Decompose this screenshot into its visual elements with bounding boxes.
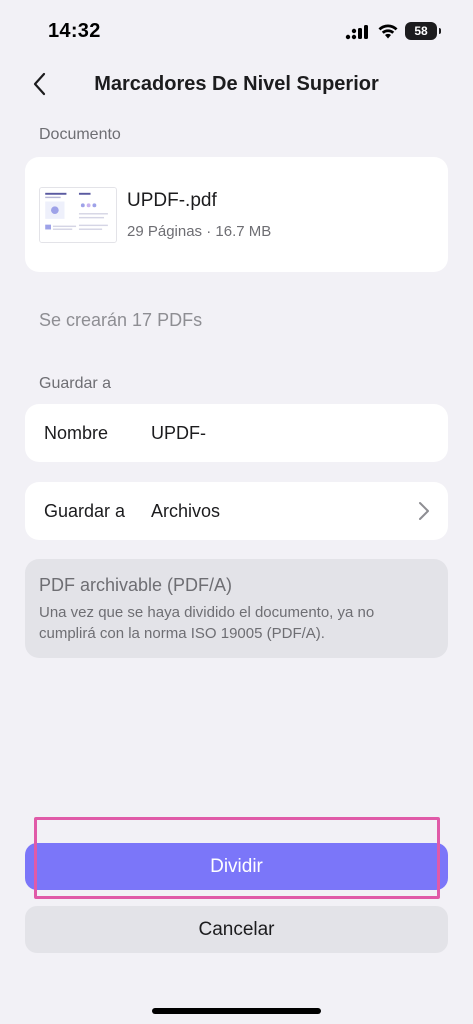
pdf-count-info: Se crearán 17 PDFs [39,310,203,330]
file-name: UPDF-.pdf [127,190,217,211]
pdfa-description: Una vez que se haya dividido el document… [39,604,375,642]
wifi-icon [378,24,398,39]
status-bar: 14:32 58 [0,0,473,62]
save-location-value: Archivos [151,501,221,521]
pdf-thumbnail [39,187,117,243]
save-section-label: Guardar a [39,375,112,392]
name-input[interactable]: UPDF- [151,423,206,444]
status-time: 14:32 [48,20,101,42]
save-location-row[interactable]: Guardar a Archivos [25,482,448,540]
chevron-right-icon [419,502,429,520]
cellular-signal-icon [345,25,368,40]
battery-icon: 58 [405,22,441,40]
cancel-button[interactable]: Cancelar [25,906,448,953]
name-row[interactable]: Nombre UPDF- [25,404,448,462]
document-section-label: Documento [39,126,121,143]
home-indicator [152,1008,321,1014]
save-location-label: Guardar a [44,501,126,521]
split-button[interactable]: Dividir [25,843,448,890]
page-title: Marcadores De Nivel Superior [94,73,379,95]
pdfa-option-disabled: PDF archivable (PDF/A) Una vez que se ha… [25,559,448,658]
name-row-label: Nombre [44,423,109,443]
navigation-bar: Marcadores De Nivel Superior [0,62,473,106]
pdfa-title: PDF archivable (PDF/A) [39,575,233,595]
file-meta: 29 Páginas · 16.7 MB [127,223,272,240]
document-card: UPDF-.pdf 29 Páginas · 16.7 MB [25,157,448,272]
